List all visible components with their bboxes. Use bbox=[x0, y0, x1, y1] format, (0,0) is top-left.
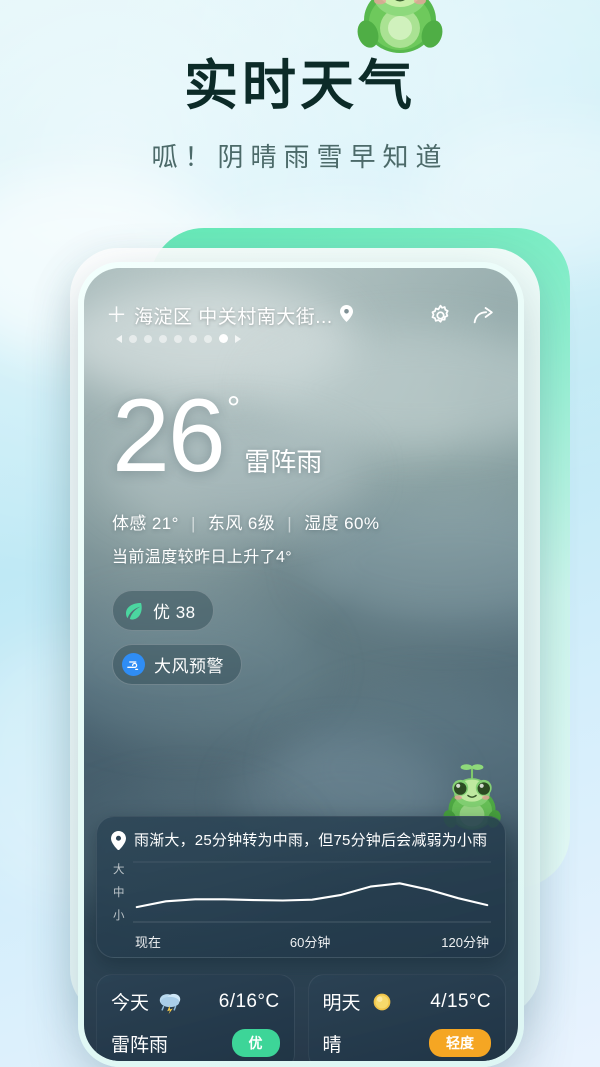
triangle-left-icon[interactable] bbox=[116, 335, 122, 343]
temperature-row: 26 ° 雷阵雨 bbox=[112, 390, 379, 483]
wind-alert-icon bbox=[122, 653, 145, 676]
wind-alert-label: 大风预警 bbox=[154, 652, 224, 677]
y-tick-label: 小 bbox=[113, 907, 133, 923]
day-name: 今天 bbox=[111, 988, 149, 1015]
chart-x-axis: 现在 60分钟 120分钟 bbox=[111, 932, 491, 951]
current-condition: 雷阵雨 bbox=[244, 442, 322, 479]
day-label-group: 今天 bbox=[111, 988, 183, 1015]
frog-mascot bbox=[352, 0, 448, 62]
rain-curve bbox=[133, 859, 491, 925]
chart-plot-area bbox=[133, 859, 491, 925]
day-label-group: 明天 bbox=[323, 988, 395, 1015]
thunderstorm-icon bbox=[157, 989, 183, 1015]
daily-forecast-row: 今天 bbox=[96, 974, 506, 1061]
y-tick-label: 大 bbox=[113, 861, 133, 877]
feels-like-value: 体感 21° bbox=[112, 514, 179, 533]
day-temperature-range: 4/15°C bbox=[430, 991, 491, 1013]
card-bottom-row: 晴 轻度 bbox=[323, 1029, 492, 1057]
location-pin-icon bbox=[111, 831, 126, 849]
app-header: ＋ 海淀区 中关村南大街... bbox=[84, 302, 518, 329]
status-badge: 轻度 bbox=[429, 1029, 491, 1057]
card-bottom-row: 雷阵雨 优 bbox=[111, 1029, 280, 1057]
metric-separator: | bbox=[184, 514, 203, 533]
phone-mockup: ＋ 海淀区 中关村南大街... bbox=[78, 262, 524, 1067]
temperature-trend: 当前温度较昨日上升了4° bbox=[112, 543, 379, 567]
day-temperature-range: 6/16°C bbox=[219, 991, 280, 1013]
triangle-right-icon[interactable] bbox=[235, 335, 241, 343]
metric-separator: | bbox=[280, 514, 299, 533]
promo-subtitle: 呱！阴晴雨雪早知道 bbox=[0, 137, 600, 174]
rain-summary-text: 雨渐大，25分钟转为中雨，但75分钟后会减弱为小雨 bbox=[134, 829, 487, 850]
x-tick-label: 60分钟 bbox=[290, 932, 330, 951]
rain-intensity-chart: 大 中 小 bbox=[111, 859, 491, 925]
pager-dot[interactable] bbox=[159, 335, 167, 343]
current-location-label: 海淀区 中关村南大街... bbox=[134, 302, 333, 329]
pager-dot[interactable] bbox=[204, 335, 212, 343]
humidity-value: 湿度 60% bbox=[304, 514, 379, 533]
location-selector[interactable]: ＋ 海淀区 中关村南大街... bbox=[106, 302, 353, 329]
sun-icon bbox=[369, 989, 395, 1015]
city-pager[interactable] bbox=[116, 334, 241, 343]
promo-title: 实时天气 bbox=[0, 58, 600, 115]
card-top-row: 今天 bbox=[111, 988, 280, 1015]
wind-alert-chip[interactable]: 大风预警 bbox=[112, 644, 242, 685]
forecast-card-tomorrow[interactable]: 明天 4/15°C 晴 bbox=[308, 974, 507, 1061]
forecast-card-today[interactable]: 今天 bbox=[96, 974, 295, 1061]
pager-dot[interactable] bbox=[129, 335, 137, 343]
promo-screenshot: 实时天气 呱！阴晴雨雪早知道 bbox=[0, 0, 600, 1067]
air-quality-label: 优 38 bbox=[153, 598, 196, 623]
leaf-icon bbox=[122, 600, 144, 622]
pager-dot[interactable] bbox=[189, 335, 197, 343]
rain-forecast-card[interactable]: 雨渐大，25分钟转为中雨，但75分钟后会减弱为小雨 大 中 小 bbox=[96, 816, 506, 958]
status-badge: 优 bbox=[232, 1029, 280, 1057]
air-quality-chip[interactable]: 优 38 bbox=[112, 590, 214, 631]
weather-metrics: 体感 21° | 东风 6级 | 湿度 60% bbox=[112, 509, 379, 534]
day-condition: 雷阵雨 bbox=[111, 1030, 168, 1057]
card-top-row: 明天 4/15°C bbox=[323, 988, 492, 1015]
header-actions bbox=[428, 303, 496, 328]
pager-dot[interactable] bbox=[144, 335, 152, 343]
wind-value: 东风 6级 bbox=[208, 514, 275, 533]
gear-icon[interactable] bbox=[428, 303, 453, 328]
current-temperature: 26 bbox=[112, 391, 224, 483]
promo-text-block: 实时天气 呱！阴晴雨雪早知道 bbox=[0, 58, 600, 174]
add-city-icon[interactable]: ＋ bbox=[106, 305, 127, 326]
x-tick-label: 120分钟 bbox=[441, 932, 489, 951]
x-tick-label: 现在 bbox=[135, 932, 161, 951]
day-condition: 晴 bbox=[323, 1030, 342, 1057]
degree-symbol: ° bbox=[227, 390, 241, 429]
current-weather-block: 26 ° 雷阵雨 体感 21° | 东风 6级 | 湿度 60% 当前温度较昨日… bbox=[112, 390, 379, 567]
rain-summary-row: 雨渐大，25分钟转为中雨，但75分钟后会减弱为小雨 bbox=[111, 829, 491, 850]
phone-screen: ＋ 海淀区 中关村南大街... bbox=[84, 268, 518, 1061]
share-icon[interactable] bbox=[471, 303, 496, 328]
chart-y-axis: 大 中 小 bbox=[111, 859, 133, 925]
pager-dot-active[interactable] bbox=[219, 334, 228, 343]
y-tick-label: 中 bbox=[113, 884, 133, 900]
pager-dot[interactable] bbox=[174, 335, 182, 343]
status-chips: 优 38 大风预警 bbox=[112, 590, 242, 685]
location-pin-icon bbox=[340, 305, 353, 327]
day-name: 明天 bbox=[323, 988, 361, 1015]
